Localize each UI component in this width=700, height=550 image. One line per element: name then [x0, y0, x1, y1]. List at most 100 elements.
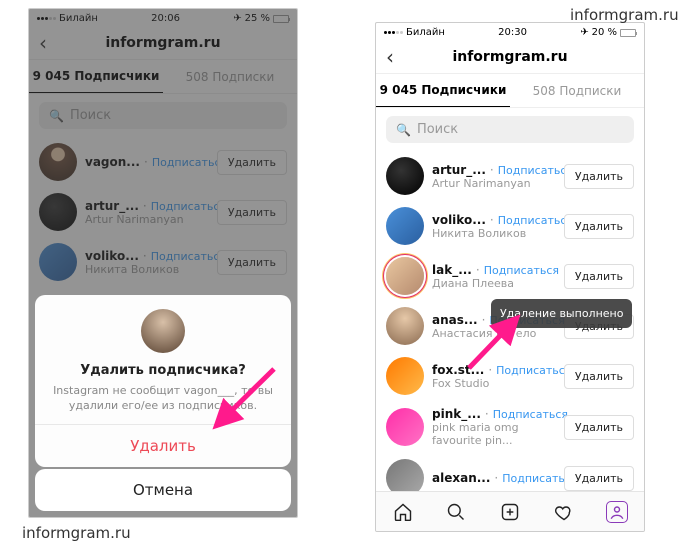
battery-icon [273, 15, 289, 23]
phone-right: Билайн 20:30 ✈ 20 % ‹ informgram.ru 9 04… [375, 22, 645, 532]
fullname: pink maria omg favourite pin... [432, 421, 556, 447]
fullname: Artur Narimanyan [432, 177, 556, 190]
avatar[interactable] [39, 243, 77, 281]
nav-arrow-icon: ✈ [580, 27, 588, 38]
watermark: informgram.ru [22, 524, 131, 542]
remove-button[interactable]: Удалить [217, 200, 287, 225]
remove-button[interactable]: Удалить [564, 214, 634, 239]
tab-following[interactable]: 508 Подписки [163, 60, 297, 93]
remove-button[interactable]: Удалить [217, 250, 287, 275]
list-item: fox.st...·Подписаться Fox Studio Удалить [376, 351, 644, 401]
follow-link[interactable]: Подписаться [484, 264, 559, 277]
follow-link[interactable]: Подписаться [152, 156, 227, 169]
username[interactable]: alexan... [432, 471, 490, 485]
remove-button[interactable]: Удалить [564, 164, 634, 189]
username[interactable]: voliko... [432, 213, 486, 227]
header: ‹ informgram.ru [376, 40, 644, 74]
list-item: artur_...·Подписаться Artur Narimanyan У… [376, 151, 644, 201]
list-item: voliko...·Подписаться Никита Воликов Уда… [376, 201, 644, 251]
username[interactable]: lak_... [432, 263, 472, 277]
carrier-label: Билайн [59, 13, 98, 24]
carrier-label: Билайн [406, 27, 445, 38]
fullname: Никита Воликов [85, 263, 209, 276]
page-title: informgram.ru [105, 35, 220, 51]
watermark: informgram.ru [570, 6, 679, 24]
activity-icon[interactable] [553, 501, 575, 523]
cancel-button[interactable]: Отмена [35, 469, 291, 511]
add-icon[interactable] [499, 501, 521, 523]
follow-link[interactable]: Подписаться [151, 200, 226, 213]
fullname: Никита Воликов [432, 227, 556, 240]
username[interactable]: pink_... [432, 407, 481, 421]
search-placeholder: Поиск [70, 108, 111, 123]
follow-link[interactable]: Подписаться [498, 214, 573, 227]
tabs: 9 045 Подписчики 508 Подписки [29, 60, 297, 94]
avatar[interactable] [386, 157, 424, 195]
fullname: Fox Studio [432, 377, 556, 390]
status-bar: Билайн 20:30 ✈ 20 % [376, 23, 644, 40]
fullname: Artur Narimanyan [85, 213, 209, 226]
avatar[interactable] [39, 143, 77, 181]
fullname: Анастасия Бугело [432, 327, 556, 340]
tabs: 9 045 Подписчики 508 Подписки [376, 74, 644, 108]
battery-icon [620, 29, 636, 37]
search-input[interactable]: 🔍 Поиск [39, 102, 287, 129]
confirm-sheet: Удалить подписчика? Instagram не сообщит… [35, 295, 291, 467]
remove-button[interactable]: Удалить [564, 466, 634, 491]
confirm-desc: Instagram не сообщит vagon___, то вы уда… [51, 384, 275, 414]
confirm-question: Удалить подписчика? [51, 363, 275, 378]
clock: 20:06 [151, 13, 180, 24]
follow-link[interactable]: Подписаться [493, 408, 568, 421]
follow-link[interactable]: Подписаться [498, 164, 573, 177]
username[interactable]: artur_... [432, 163, 486, 177]
profile-icon[interactable] [606, 501, 628, 523]
list-item: artur_...·Подписаться Artur Narimanyan У… [29, 187, 297, 237]
battery-pct: 20 % [592, 27, 617, 38]
remove-button[interactable]: Удалить [564, 264, 634, 289]
tabbar [376, 491, 644, 531]
tab-following[interactable]: 508 Подписки [510, 74, 644, 107]
avatar[interactable] [386, 307, 424, 345]
avatar[interactable] [386, 408, 424, 446]
page-title: informgram.ru [452, 49, 567, 65]
tab-followers[interactable]: 9 045 Подписчики [29, 60, 163, 93]
status-bar: Билайн 20:06 ✈ 25 % [29, 9, 297, 26]
remove-button[interactable]: Удалить [564, 415, 634, 440]
search-placeholder: Поиск [417, 122, 458, 137]
follower-list: vagon...·Подписаться Удалить artur_...·П… [29, 137, 297, 287]
username[interactable]: voliko... [85, 249, 139, 263]
search-input[interactable]: 🔍 Поиск [386, 116, 634, 143]
list-item: pink_...·Подписаться pink maria omg favo… [376, 401, 644, 453]
phone-left: Билайн 20:06 ✈ 25 % ‹ informgram.ru 9 04… [28, 8, 298, 518]
tab-followers[interactable]: 9 045 Подписчики [376, 74, 510, 107]
search-icon: 🔍 [396, 123, 411, 137]
fullname: Диана Плеева [432, 277, 556, 290]
avatar[interactable] [386, 357, 424, 395]
toast: Удаление выполнено [491, 299, 632, 328]
follow-link[interactable]: Подписаться [151, 250, 226, 263]
clock: 20:30 [498, 27, 527, 38]
confirm-delete-button[interactable]: Удалить [35, 424, 291, 467]
username[interactable]: fox.st... [432, 363, 484, 377]
remove-button[interactable]: Удалить [217, 150, 287, 175]
avatar [141, 309, 185, 353]
username[interactable]: anas... [432, 313, 478, 327]
header: ‹ informgram.ru [29, 26, 297, 60]
list-item: lak_...·Подписаться Диана Плеева Удалить [376, 251, 644, 301]
nav-arrow-icon: ✈ [233, 13, 241, 24]
avatar[interactable] [39, 193, 77, 231]
list-item: vagon...·Подписаться Удалить [29, 137, 297, 187]
follow-link[interactable]: Подписаться [496, 364, 571, 377]
back-icon[interactable]: ‹ [386, 45, 394, 69]
avatar[interactable] [386, 257, 424, 295]
back-icon[interactable]: ‹ [39, 31, 47, 55]
username[interactable]: artur_... [85, 199, 139, 213]
remove-button[interactable]: Удалить [564, 364, 634, 389]
username[interactable]: vagon... [85, 155, 140, 169]
search-tab-icon[interactable] [445, 501, 467, 523]
avatar[interactable] [386, 207, 424, 245]
home-icon[interactable] [392, 501, 414, 523]
search-icon: 🔍 [49, 109, 64, 123]
list-item: voliko...·Подписаться Никита Воликов Уда… [29, 237, 297, 287]
battery-pct: 25 % [245, 13, 270, 24]
